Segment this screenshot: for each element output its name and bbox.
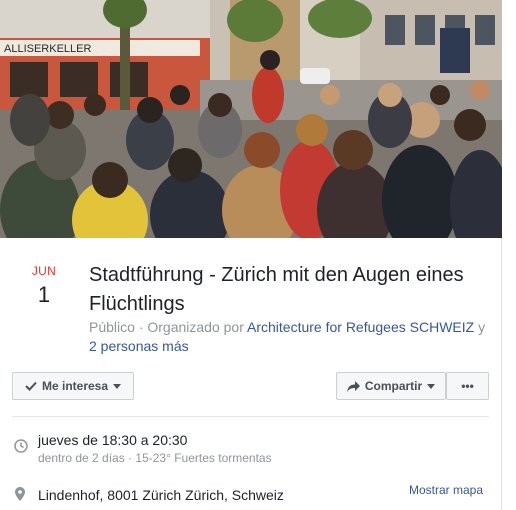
privacy-label: Público [89, 319, 135, 335]
chevron-down-icon [113, 383, 122, 389]
event-day: 1 [37, 282, 51, 307]
location-pin-icon [15, 487, 25, 506]
interested-button[interactable]: Me interesa [12, 372, 134, 400]
organized-by-label: · Organizado por [138, 319, 244, 335]
event-cover-photo[interactable]: ALLISERKELLER [0, 0, 502, 238]
chevron-down-icon [427, 383, 436, 389]
more-people-link[interactable]: 2 personas más [89, 338, 189, 354]
event-meta: Público · Organizado por Architecture fo… [89, 318, 489, 356]
and-label: y [478, 319, 486, 335]
more-options-button[interactable]: ••• [446, 372, 489, 400]
event-location[interactable]: Lindenhof, 8001 Zürich Zürich, Schweiz [38, 487, 284, 503]
crowd-photo-illustration: ALLISERKELLER [0, 0, 502, 238]
event-month: JUN [31, 264, 57, 278]
clock-icon [14, 439, 28, 458]
event-time: jueves de 18:30 a 20:30 [38, 432, 188, 448]
interested-label: Me interesa [41, 379, 109, 393]
section-divider [12, 416, 489, 417]
share-label: Compartir [364, 379, 423, 393]
share-button[interactable]: Compartir [336, 372, 446, 400]
event-card: ALLISERKELLER JUN 1 Stadtführung - Züric… [0, 0, 502, 510]
organizer-link[interactable]: Architecture for Refugees SCHWEIZ [247, 319, 474, 335]
event-time-subtext: dentro de 2 días · 15-23° Fuertes tormen… [38, 451, 272, 465]
event-date: JUN 1 [22, 264, 66, 308]
event-title[interactable]: Stadtführung - Zürich mit den Augen eine… [89, 261, 489, 319]
show-map-link[interactable]: Mostrar mapa [409, 483, 483, 497]
more-options-label: ••• [461, 379, 474, 393]
event-location-row: Lindenhof, 8001 Zürich Zürich, Schweiz M… [12, 483, 489, 506]
shop-sign: ALLISERKELLER [4, 43, 91, 55]
checkmark-icon [25, 381, 37, 391]
share-arrow-icon [346, 380, 360, 392]
